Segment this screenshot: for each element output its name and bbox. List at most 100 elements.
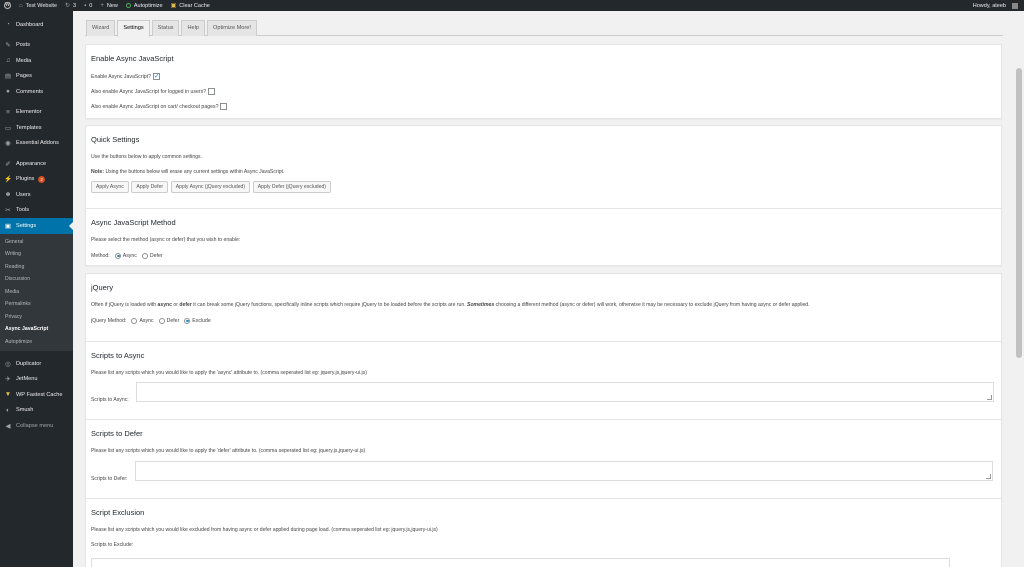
tab-help[interactable]: Help [181, 20, 205, 36]
plugins-update-badge: 2 [38, 175, 45, 183]
folder-icon: ▭ [4, 124, 12, 132]
sidebar-item-media[interactable]: ♫ Media [0, 53, 73, 69]
new-content-link[interactable]: + New [96, 0, 122, 11]
scripts-to-async-panel: Scripts to Async Please list any scripts… [85, 341, 1002, 420]
sidebar-item-elementor[interactable]: ≡ Elementor [0, 105, 73, 121]
updates-link[interactable]: ↻ 3 [61, 0, 80, 11]
scripts-exclude-textarea[interactable] [91, 558, 950, 567]
jquery-async-radio[interactable] [131, 317, 138, 324]
quick-settings-note: Note: Using the buttons below will erase… [91, 169, 285, 175]
scrollbar-thumb[interactable] [1016, 68, 1022, 358]
media-icon: ♫ [5, 57, 11, 65]
scripts-defer-textarea[interactable] [135, 461, 993, 481]
sidebar-item-essential-addons[interactable]: ◉ Essential Addons [0, 136, 73, 152]
apply-async-button[interactable]: Apply Async [91, 181, 129, 193]
pin-icon: ✎ [5, 42, 11, 50]
panel-title: jQuery [91, 283, 114, 292]
apply-defer-button[interactable]: Apply Defer [131, 181, 169, 193]
sidebar-item-users[interactable]: ☻ Users [0, 187, 73, 203]
scripts-defer-label: Scripts to Defer: [91, 476, 128, 482]
submenu-item-async-javascript[interactable]: Async JavaScript [0, 323, 73, 336]
collapse-menu-button[interactable]: ◀ Collapse menu [0, 418, 73, 434]
submenu-item-permalinks[interactable]: Permalinks [0, 298, 73, 311]
sidebar-item-appearance[interactable]: ✐ Appearance [0, 156, 73, 172]
sidebar-item-plugins[interactable]: ⚡ Plugins 2 [0, 172, 73, 188]
comment-icon: ● [6, 88, 10, 96]
refresh-icon: ↻ [65, 2, 71, 9]
panel-title: Async JavaScript Method [91, 218, 176, 227]
sidebar-item-smush[interactable]: ◐ Smush [0, 403, 73, 419]
tab-optimize-more[interactable]: Optimize More! [207, 20, 257, 36]
comment-icon: ▪ [84, 2, 87, 9]
sidebar-item-wp-fastest-cache[interactable]: ▼ WP Fastest Cache [0, 387, 73, 403]
submenu-item-writing[interactable]: Writing [0, 248, 73, 261]
panel-title: Quick Settings [91, 135, 140, 144]
sidebar-item-pages[interactable]: ▤ Pages [0, 69, 73, 85]
sidebar-item-settings[interactable]: ▣ Settings [0, 218, 73, 234]
tab-wizard[interactable]: Wizard [86, 20, 116, 36]
account-menu[interactable]: Howdy, ateeb [969, 0, 1024, 11]
scripts-async-description: Please list any scripts which you would … [91, 370, 367, 376]
submenu-item-discussion[interactable]: Discussion [0, 273, 73, 286]
scripts-async-label: Scripts to Async: [91, 397, 129, 403]
status-dot-icon [125, 3, 131, 8]
clear-cache-link[interactable]: ▣ Clear Cache [167, 0, 214, 11]
comments-link[interactable]: ▪ 0 [80, 0, 96, 11]
page-scrollbar[interactable] [1014, 11, 1024, 567]
quick-settings-panel: Quick Settings Use the buttons below to … [85, 125, 1002, 213]
site-name-link[interactable]: ⌂ Test Website [15, 0, 61, 11]
jquery-description: Often if jQuery is loaded with async or … [91, 302, 810, 308]
dashboard-icon: ◔ [6, 21, 10, 29]
scripts-to-defer-panel: Scripts to Defer Please list any scripts… [85, 419, 1002, 499]
home-icon: ⌂ [19, 2, 23, 9]
scripts-exclude-label: Scripts to Exclude: [91, 542, 134, 548]
submenu-item-general[interactable]: General [0, 236, 73, 249]
jquery-exclude-radio[interactable] [184, 317, 191, 324]
cart-checkout-checkbox[interactable] [220, 103, 228, 110]
quick-settings-buttons: Apply Async Apply Defer Apply Async (jQu… [91, 181, 996, 193]
quick-settings-description: Use the buttons below to apply common se… [91, 154, 202, 160]
method-async-radio[interactable] [114, 252, 121, 259]
sidebar-item-tools[interactable]: ✂ Tools [0, 203, 73, 219]
cart-row: Also enable Async JavaScript on cart/ ch… [91, 99, 996, 114]
scripts-async-textarea[interactable] [136, 382, 994, 402]
sidebar-item-dashboard[interactable]: ◔ Dashboard [0, 17, 73, 33]
logged-in-row: Also enable Async JavaScript for logged … [91, 84, 996, 99]
scripts-defer-description: Please list any scripts which you would … [91, 448, 366, 454]
tab-status[interactable]: Status [151, 20, 180, 36]
async-method-panel: Async JavaScript Method Please select th… [85, 208, 1002, 266]
jquery-method-row: jQuery Method: Async Defer Exclude [91, 317, 211, 324]
submenu-item-privacy[interactable]: Privacy [0, 311, 73, 324]
settings-icon: ▣ [4, 222, 12, 230]
jetmenu-icon: ✈ [5, 376, 11, 384]
cache-icon: ▼ [4, 391, 12, 399]
method-defer-radio[interactable] [141, 252, 148, 259]
sidebar-item-jetmenu[interactable]: ✈ JetMenu [0, 372, 73, 388]
panel-title: Scripts to Defer [91, 429, 143, 438]
settings-tabs: Wizard Settings Status Help Optimize Mor… [85, 20, 1003, 37]
enable-async-checkbox[interactable] [152, 72, 160, 80]
tab-settings[interactable]: Settings [117, 20, 150, 37]
apply-defer-jquery-excluded-button[interactable]: Apply Defer (jQuery excluded) [252, 181, 331, 193]
sidebar-item-comments[interactable]: ● Comments [0, 84, 73, 100]
submenu-item-autoptimize[interactable]: Autoptimize [0, 336, 73, 349]
jquery-defer-radio[interactable] [158, 317, 165, 324]
wordpress-logo-icon[interactable]: W [0, 0, 15, 11]
users-icon: ☻ [4, 191, 12, 199]
apply-async-jquery-excluded-button[interactable]: Apply Async (jQuery excluded) [170, 181, 251, 193]
logged-in-checkbox[interactable] [208, 88, 216, 95]
plug-icon: ⚡ [4, 176, 13, 184]
submenu-item-reading[interactable]: Reading [0, 261, 73, 274]
sidebar-item-posts[interactable]: ✎ Posts [0, 38, 73, 54]
elementor-icon: ≡ [6, 108, 10, 116]
admin-sidebar: ◔ Dashboard ✎ Posts ♫ Media ▤ Pages ● Comment… [0, 11, 73, 567]
sidebar-item-templates[interactable]: ▭ Templates [0, 120, 73, 136]
submenu-item-media[interactable]: Media [0, 286, 73, 299]
avatar [1012, 2, 1018, 9]
panel-title: Enable Async JavaScript [91, 54, 174, 63]
main-content: Wizard Settings Status Help Optimize Mor… [85, 11, 1003, 567]
panel-title: Script Exclusion [91, 508, 145, 517]
sidebar-item-duplicator[interactable]: ◎ Duplicator [0, 356, 73, 372]
autoptimize-link[interactable]: Autoptimize [122, 0, 167, 11]
wrench-icon: ✂ [5, 207, 11, 215]
